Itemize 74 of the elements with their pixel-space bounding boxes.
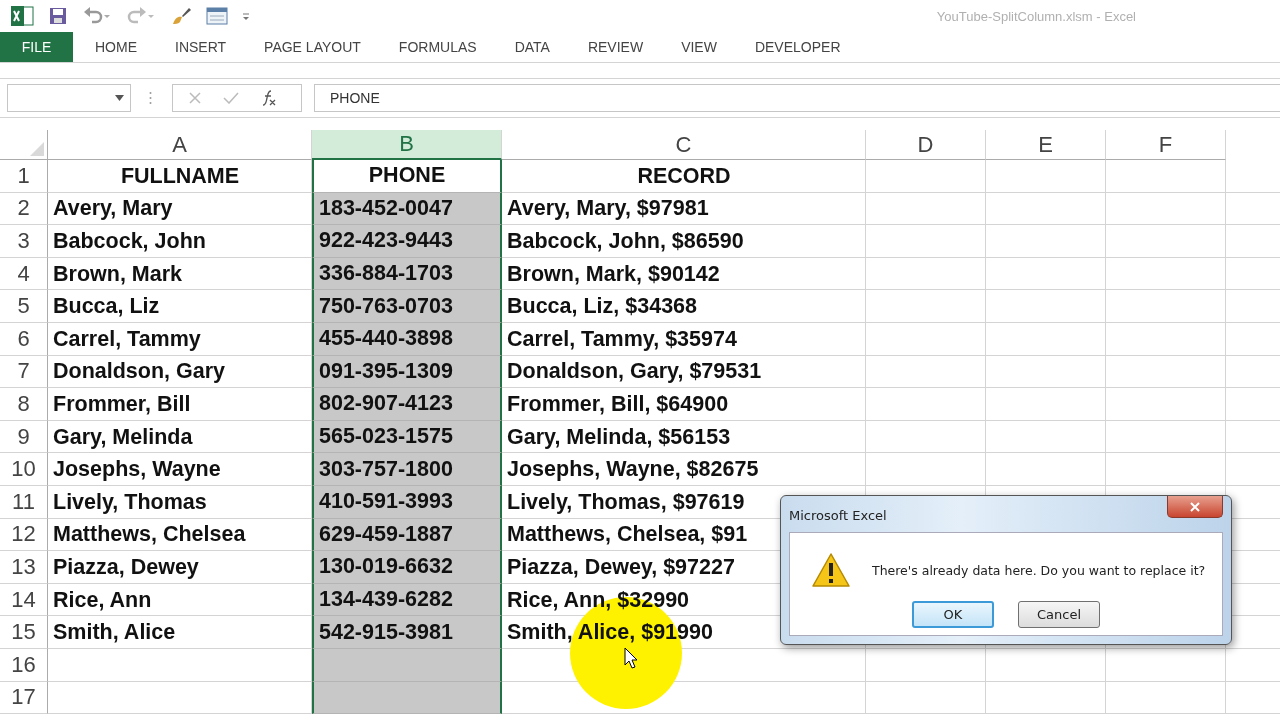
table-cell: 183-452-0047 (312, 192, 502, 226)
pointer-icon (624, 647, 638, 669)
file-tab[interactable]: FILE (0, 32, 73, 62)
column-title: PHONE (312, 160, 502, 193)
dropdown-icon[interactable] (115, 95, 124, 101)
table-cell: Babcock, John, $86590 (507, 229, 744, 254)
table-cell: Lively, Thomas (53, 489, 207, 515)
ribbon-tab[interactable]: VIEW (662, 32, 736, 62)
column-title: FULLNAME (120, 163, 240, 189)
warning-icon (812, 553, 850, 587)
table-cell: 750-763-0703 (312, 290, 502, 323)
column-title: RECORD (637, 163, 731, 189)
ribbon-tab[interactable]: PAGE LAYOUT (245, 32, 380, 62)
table-cell: Piazza, Dewey (53, 554, 199, 580)
table-cell: 303-757-1800 (312, 453, 502, 486)
ribbon-tab[interactable]: REVIEW (568, 32, 663, 62)
close-button[interactable] (1167, 496, 1223, 518)
table-cell: Rice, Ann, $32990 (507, 587, 690, 613)
table-cell: Smith, Alice (53, 620, 176, 646)
table-cell: Avery, Mary (53, 196, 173, 222)
dialog-button[interactable]: Cancel (1018, 601, 1100, 628)
table-cell: 336-884-1703 (312, 257, 502, 291)
brush-icon[interactable] (170, 6, 192, 26)
ribbon-tab[interactable]: DATA (495, 32, 569, 62)
dialog-message: There's already data here. Do you want to replace it? (872, 562, 1206, 578)
table-cell: 542-915-3981 (312, 616, 502, 649)
table-cell: Josephs, Wayne (53, 457, 221, 483)
dialog-title: Microsoft Excel (789, 507, 887, 523)
insert-function-icon[interactable] (261, 90, 277, 106)
table-cell: Matthews, Chelsea (53, 522, 246, 548)
form-icon[interactable] (206, 6, 228, 26)
table-cell: 629-459-1887 (312, 518, 502, 552)
table-cell: Carrel, Tammy (53, 326, 201, 352)
table-cell: Carrel, Tammy, $35974 (507, 326, 737, 352)
excel-logo-icon (10, 5, 34, 27)
ribbon-tab[interactable]: INSERT (156, 32, 246, 62)
table-cell: Donaldson, Gary (53, 359, 226, 385)
ribbon-tab[interactable]: FORMULAS (379, 32, 496, 62)
table-cell: Bucca, Liz, $34368 (507, 294, 698, 320)
ribbon-tab[interactable]: HOME (76, 32, 156, 62)
table-cell: 565-023-1575 (312, 420, 502, 454)
grip-icon (149, 91, 152, 105)
table-cell: 410-591-3993 (312, 485, 502, 519)
table-cell: Rice, Ann (53, 587, 152, 613)
table-cell: Matthews, Chelsea, $91 (507, 522, 748, 548)
table-cell: Brown, Mark, $90142 (507, 261, 720, 287)
table-cell: Avery, Mary, $97981 (507, 196, 709, 222)
table-cell: Babcock, John (53, 229, 206, 254)
table-cell: 091-395-1309 (312, 355, 502, 389)
table-cell: 802-907-4123 (312, 388, 502, 421)
table-cell: Donaldson, Gary, $79531 (507, 359, 762, 385)
check-icon[interactable] (223, 92, 239, 104)
table-cell: Lively, Thomas, $97619 (507, 489, 745, 515)
table-cell: Brown, Mark (53, 261, 183, 287)
customize-menu-icon[interactable] (242, 10, 250, 22)
table-cell: Gary, Melinda, $56153 (507, 424, 731, 450)
table-cell: 455-440-3898 (312, 322, 502, 356)
table-cell: 922-423-9443 (312, 225, 502, 258)
table-cell: Josephs, Wayne, $82675 (507, 457, 759, 483)
ribbon-tab[interactable]: DEVELOPER (735, 32, 860, 62)
table-cell: 134-439-6282 (312, 583, 502, 617)
table-cell: Frommer, Bill, $64900 (507, 391, 729, 417)
table-cell: 130-019-6632 (312, 551, 502, 584)
save-icon[interactable] (48, 6, 68, 26)
dialog-button[interactable]: OK (912, 601, 994, 628)
column-header[interactable]: B (312, 130, 502, 160)
undo-icon[interactable] (82, 6, 112, 26)
table-cell: Frommer, Bill (53, 391, 191, 417)
window-title: YouTube-SplitColumn.xlsm - Excel (936, 8, 1136, 24)
table-cell: Gary, Melinda (53, 424, 193, 450)
table-cell: Piazza, Dewey, $97227 (507, 554, 735, 580)
table-cell: Bucca, Liz (53, 294, 160, 320)
close-icon[interactable] (1190, 501, 1200, 512)
formula-input[interactable]: PHONE (314, 84, 1280, 112)
